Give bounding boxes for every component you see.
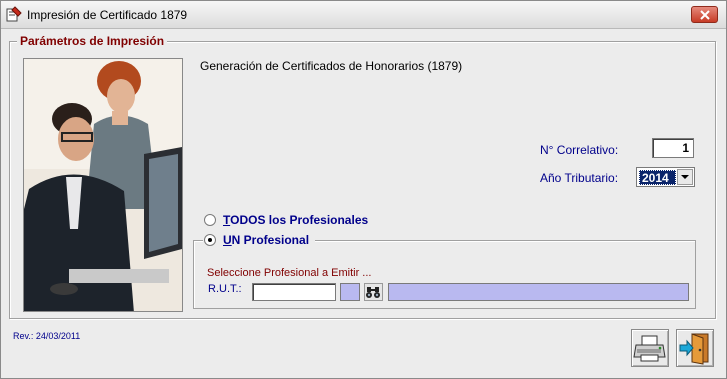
rut-dv-field (340, 283, 360, 301)
title-bar[interactable]: Impresión de Certificado 1879 (1, 1, 726, 29)
anio-selected-value: 2014 (639, 170, 676, 185)
correlativo-input[interactable]: 1 (652, 138, 694, 158)
close-icon (700, 10, 710, 20)
binoculars-icon (366, 287, 380, 298)
un-profesional-radio[interactable] (204, 234, 216, 246)
certificate-description: Generación de Certificados de Honorarios… (200, 59, 463, 73)
office-workers-photo (23, 58, 183, 312)
dropdown-button[interactable] (677, 169, 693, 185)
exit-button[interactable] (676, 329, 714, 367)
search-profesional-button[interactable] (364, 283, 383, 301)
select-profesional-label: Seleccione Profesional a Emitir ... (207, 267, 372, 279)
uno-accesskey: U (223, 233, 232, 247)
profesional-name-field (388, 283, 689, 301)
exit-door-icon (679, 333, 709, 365)
todos-label-text: ODOS los Profesionales (230, 213, 369, 227)
printer-icon (633, 335, 666, 362)
group-legend: Parámetros de Impresión (17, 34, 168, 48)
un-profesional-radio-label[interactable]: UN Profesional (223, 233, 309, 247)
uno-label-text: N Profesional (231, 233, 310, 247)
radio-selected-dot (208, 238, 212, 242)
revision-label: Rev.: 24/03/2011 (13, 331, 81, 341)
certificate-app-icon (6, 6, 22, 22)
print-button[interactable] (631, 329, 669, 367)
anio-tributario-label: Año Tributario: (540, 171, 619, 185)
rut-input[interactable] (252, 283, 336, 301)
todos-radio-label[interactable]: TODOS los Profesionales (223, 213, 368, 227)
todos-radio[interactable] (204, 214, 216, 226)
correlativo-label: N° Correlativo: (540, 143, 619, 157)
print-certificate-window: Impresión de Certificado 1879 Parámetros… (0, 0, 727, 379)
chevron-down-icon (681, 175, 689, 179)
window-title: Impresión de Certificado 1879 (27, 8, 188, 22)
anio-tributario-select[interactable]: 2014 (636, 167, 695, 187)
rut-label: R.U.T.: (208, 283, 242, 295)
close-button[interactable] (691, 6, 718, 23)
